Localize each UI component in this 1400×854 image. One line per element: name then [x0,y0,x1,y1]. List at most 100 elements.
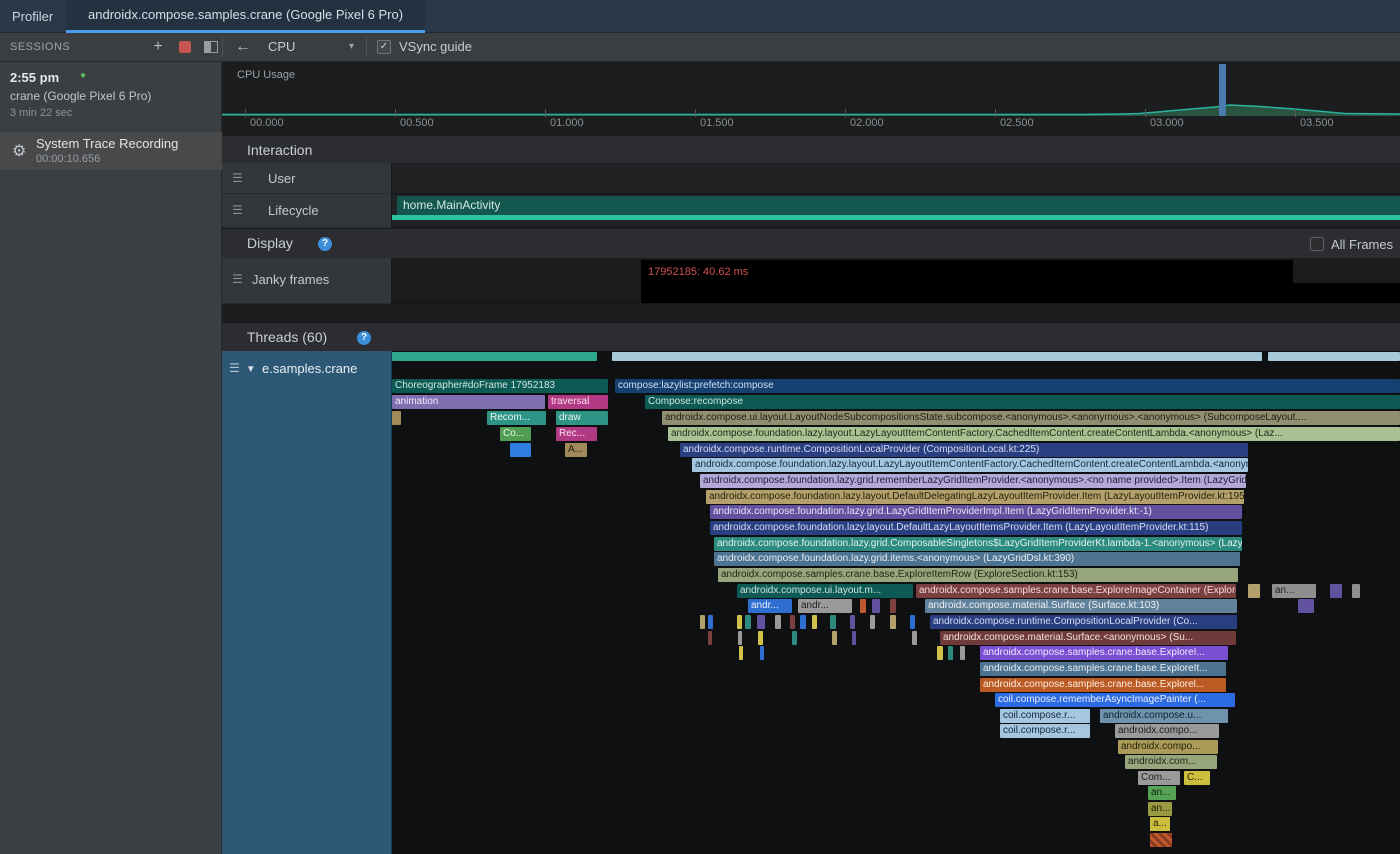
flame-bar[interactable] [800,615,806,629]
flame-bar[interactable] [872,599,880,613]
flame-bar[interactable] [912,631,917,645]
flame-bar[interactable] [850,615,855,629]
help-icon[interactable]: ? [318,237,332,251]
flame-bar[interactable]: androidx.compose.foundation.lazy.layout.… [692,458,1248,472]
flame-bar[interactable] [745,615,751,629]
flame-bar[interactable] [812,615,817,629]
flame-bar[interactable] [1330,584,1342,598]
flame-bar[interactable]: an... [1148,802,1172,816]
lifecycle-track[interactable]: home.MainActivity [392,194,1400,228]
janky-frames-track[interactable]: 17952185: 40.62 ms [392,258,1400,304]
vsync-checkbox[interactable]: ✓ [377,40,391,54]
flame-bar[interactable]: Com... [1138,771,1180,785]
flame-bar[interactable] [392,411,401,425]
flame-bar[interactable]: coil.compose.r... [1000,724,1090,738]
flame-bar[interactable] [860,599,866,613]
profiler-type-select[interactable]: CPU ▾ [260,36,360,58]
back-button[interactable]: ← [230,33,256,61]
flame-bar[interactable]: Rec... [556,427,597,441]
flame-bar[interactable] [1298,599,1314,613]
flame-bar[interactable]: A... [565,443,587,457]
interaction-section-header[interactable]: Interaction [222,135,1400,163]
all-frames-checkbox[interactable] [1310,237,1324,251]
flame-bar[interactable]: Compose:recompose [645,395,1400,409]
flame-bar[interactable]: compose:lazylist:prefetch:compose [615,379,1400,393]
flame-bar[interactable] [739,646,743,660]
recording-entry[interactable]: ⚙ System Trace Recording 00:00:10.656 [0,132,222,170]
display-section-header[interactable]: Display ? All Frames [222,228,1400,258]
thread-list-panel[interactable]: ☰ ▾ e.samples.crane [222,351,392,854]
flame-bar[interactable]: androidx.compose.foundation.lazy.grid.La… [710,505,1242,519]
flame-bar[interactable]: androidx.compose.foundation.lazy.grid.re… [700,474,1246,488]
flame-bar[interactable]: traversal [548,395,608,409]
flame-bar[interactable]: androidx.compose.u... [1100,709,1228,723]
flame-bar[interactable] [792,631,797,645]
flame-bar[interactable] [757,615,765,629]
flame-bar[interactable] [612,352,1262,361]
flame-bar[interactable]: coil.compose.rememberAsyncImagePainter (… [995,693,1235,707]
flame-bar[interactable] [700,615,705,629]
flame-chart[interactable]: Choreographer#doFrame 17952183 compose:la… [392,351,1400,854]
flame-bar[interactable]: coil.compose.r... [1000,709,1090,723]
threads-section-header[interactable]: Threads (60) ? [222,322,1400,351]
flame-bar[interactable] [790,615,795,629]
flame-bar[interactable]: Choreographer#doFrame 17952183 [392,379,608,393]
flame-bar[interactable] [775,615,781,629]
session-tab[interactable]: androidx.compose.samples.crane (Google P… [66,0,425,33]
drag-handle-icon[interactable]: ☰ [232,272,243,286]
drag-handle-icon[interactable]: ☰ [229,361,240,375]
flame-bar[interactable] [738,631,742,645]
flame-bar[interactable] [737,615,742,629]
flame-bar[interactable]: androidx.compose.foundation.lazy.layout.… [706,490,1244,504]
flame-bar[interactable]: a... [1150,817,1170,831]
flame-bar[interactable]: androidx.compo... [1115,724,1219,738]
flame-bar[interactable] [760,646,764,660]
expand-icon[interactable]: ▾ [248,362,254,375]
flame-bar[interactable] [1248,584,1260,598]
flame-bar[interactable]: Recom... [487,411,546,425]
flame-bar[interactable]: androidx.compose.foundation.lazy.layout.… [710,521,1242,535]
flame-bar[interactable] [708,631,712,645]
user-track[interactable] [392,163,1400,194]
flame-bar[interactable] [937,646,943,660]
flame-bar[interactable]: androidx.compose.runtime.CompositionLoca… [680,443,1248,457]
collapse-sessions-button[interactable] [204,41,218,53]
flame-bar[interactable] [870,615,875,629]
flame-bar[interactable]: an... [1148,786,1176,800]
user-track-label[interactable]: ☰ User [222,163,392,194]
flame-bar[interactable]: draw [556,411,608,425]
flame-bar[interactable]: androidx.compose.material.Surface.<anony… [940,631,1236,645]
flame-bar[interactable] [1268,352,1400,361]
cpu-usage-pane[interactable]: CPU Usage 00.00000.50001.00001.50002.000… [222,62,1400,135]
flame-bar[interactable] [910,615,915,629]
flame-bar[interactable] [948,646,953,660]
drag-handle-icon[interactable]: ☰ [232,203,243,217]
flame-bar[interactable]: androidx.compose.samples.crane.base.Expl… [980,662,1226,676]
flame-bar[interactable]: androidx.compo... [1118,740,1218,754]
flame-bar[interactable] [1150,833,1172,847]
lifecycle-event-bar[interactable]: home.MainActivity [397,196,1400,215]
flame-bar[interactable]: andr... [748,599,792,613]
flame-bar[interactable] [510,443,531,457]
flame-bar[interactable]: androidx.compose.samples.crane.base.Expl… [980,678,1226,692]
janky-frames-track-label[interactable]: ☰ Janky frames [222,258,392,304]
flame-bar[interactable] [890,599,896,613]
flame-bar[interactable]: androidx.compose.runtime.CompositionLoca… [930,615,1237,629]
drag-handle-icon[interactable]: ☰ [232,171,243,185]
flame-bar[interactable] [830,615,836,629]
flame-bar[interactable]: androidx.compose.samples.crane.base.Expl… [916,584,1236,598]
flame-bar[interactable] [832,631,837,645]
flame-bar[interactable]: androidx.compose.samples.crane.base.Expl… [980,646,1228,660]
flame-bar[interactable]: androidx.com... [1125,755,1217,769]
flame-bar[interactable] [960,646,965,660]
flame-bar[interactable]: animation [392,395,545,409]
janky-frame-bar-2[interactable] [641,283,1400,304]
flame-bar[interactable]: Co... [500,427,531,441]
help-icon[interactable]: ? [357,331,371,345]
flame-bar[interactable] [392,352,597,361]
flame-bar[interactable]: an... [1272,584,1316,598]
flame-bar[interactable]: andr... [798,599,852,613]
flame-bar[interactable] [890,615,896,629]
add-session-button[interactable]: + [146,33,170,61]
flame-bar[interactable]: androidx.compose.ui.layout.LayoutNodeSub… [662,411,1400,425]
